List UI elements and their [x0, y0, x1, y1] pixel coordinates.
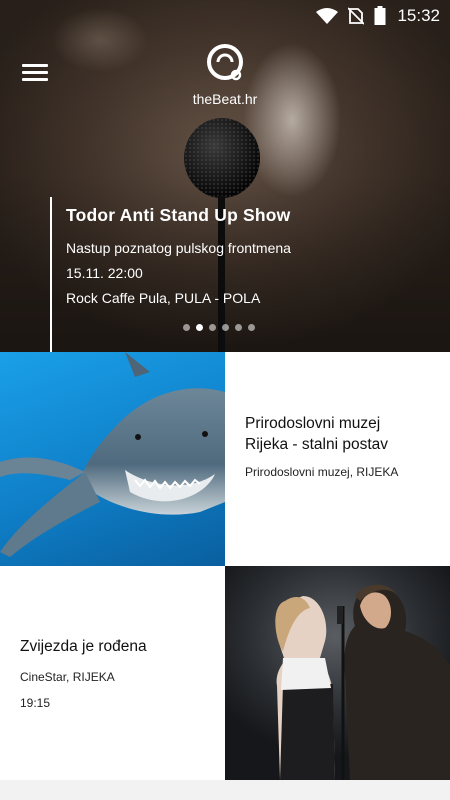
concert-image: [275, 584, 450, 780]
featured-event-banner[interactable]: 15:32 theBeat.hr Todor Anti Stand Up Sho…: [0, 0, 450, 352]
menu-icon-line: [22, 78, 48, 81]
carousel-dot[interactable]: [183, 324, 190, 331]
event-card-movie[interactable]: Zvijezda je rođena CineStar, RIJEKA 19:1…: [0, 566, 450, 780]
featured-venue: Rock Caffe Pula, PULA - POLA: [66, 290, 261, 306]
logo-icon: [207, 44, 243, 81]
featured-title: Todor Anti Stand Up Show: [66, 205, 291, 225]
no-sim-icon: [348, 7, 364, 25]
carousel-dot[interactable]: [235, 324, 242, 331]
carousel-indicator: [183, 324, 255, 331]
carousel-dot[interactable]: [209, 324, 216, 331]
carousel-dot-active[interactable]: [196, 324, 203, 331]
concert-couple-photo: [225, 566, 450, 780]
menu-button[interactable]: [22, 64, 48, 86]
card-title-line1: Prirodoslovni muzej: [245, 415, 381, 432]
carousel-dot[interactable]: [222, 324, 229, 331]
card-time: 19:15: [20, 696, 51, 710]
microphone-image: [184, 118, 260, 352]
card-location: Prirodoslovni muzej, RIJEKA: [245, 465, 399, 479]
wifi-icon: [316, 8, 338, 24]
featured-description: Nastup poznatog pulskog frontmena: [66, 240, 291, 256]
menu-icon-line: [22, 71, 48, 74]
battery-icon: [374, 6, 386, 25]
app-logo[interactable]: theBeat.hr: [190, 40, 260, 110]
menu-icon-line: [22, 64, 48, 67]
logo-text: theBeat.hr: [192, 91, 258, 107]
card-title-line2: Rijeka - stalni postav: [245, 436, 389, 453]
card-location: CineStar, RIJEKA: [20, 670, 115, 684]
shark-image: [0, 352, 225, 557]
card-title: Zvijezda je rođena: [20, 638, 147, 655]
featured-datetime: 15.11. 22:00: [66, 265, 143, 281]
status-bar: 15:32: [0, 0, 450, 32]
status-time: 15:32: [397, 6, 440, 25]
bottom-strip: [0, 780, 450, 800]
event-card-museum[interactable]: Prirodoslovni muzej Rijeka - stalni post…: [0, 352, 450, 566]
shark-photo: [0, 352, 225, 566]
carousel-dot[interactable]: [248, 324, 255, 331]
hero-accent-line: [50, 197, 52, 352]
